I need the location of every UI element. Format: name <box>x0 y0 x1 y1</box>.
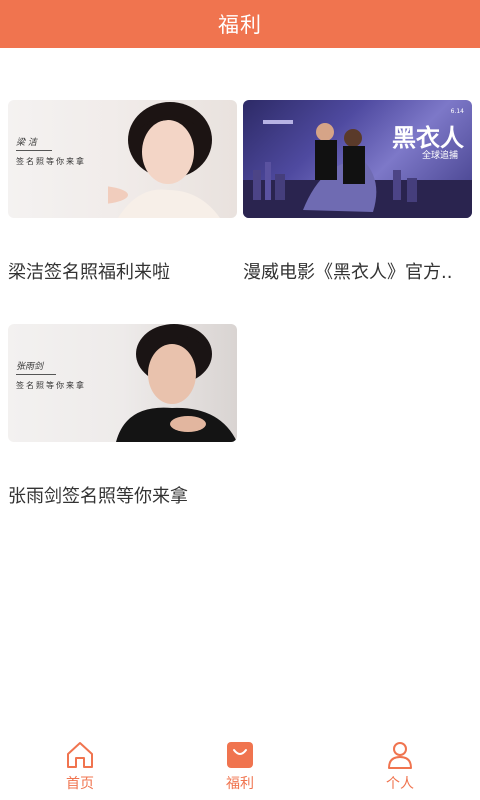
card-thumbnail[interactable]: 梁 洁 签名照等你来拿 <box>8 100 237 218</box>
tab-home-label: 首页 <box>66 776 94 792</box>
poster-small-text: 6.14 <box>450 108 464 115</box>
thumbnail-name: 张雨剑 <box>16 362 44 372</box>
poster-subtitle: 全球追捕 <box>421 151 458 161</box>
tab-home[interactable]: 首页 <box>20 739 140 793</box>
thumbnail-divider <box>16 150 52 151</box>
thumbnail-caption: 签名照等你来拿 <box>16 157 86 166</box>
card-thumbnail[interactable]: 张雨剑 签名照等你来拿 <box>8 324 237 442</box>
page-title: 福利 <box>218 13 262 37</box>
thumbnail-divider <box>16 374 56 375</box>
app-header: 福利 <box>0 0 480 48</box>
card-thumbnail[interactable]: 6.14 黑衣人 全球追捕 <box>243 100 472 218</box>
tab-welfare-label: 福利 <box>226 776 254 792</box>
portrait-image <box>116 324 237 442</box>
welfare-card-mib[interactable]: 6.14 黑衣人 全球追捕 漫威电影《黑衣人》官方.. <box>243 100 472 284</box>
tab-welfare[interactable]: 福利 <box>180 739 300 793</box>
card-title[interactable]: 梁洁签名照福利来啦 <box>8 258 237 284</box>
tab-profile[interactable]: 个人 <box>340 739 460 793</box>
welfare-card-zhangyujian[interactable]: 张雨剑 签名照等你来拿 张雨剑签名照等你来拿 <box>8 324 237 508</box>
card-title[interactable]: 张雨剑签名照等你来拿 <box>8 482 237 508</box>
bottom-tab-bar: 首页 福利 个人 <box>0 732 480 800</box>
person-icon <box>388 742 412 769</box>
portrait-image <box>108 102 220 218</box>
thumbnail-name: 梁 洁 <box>16 138 37 148</box>
home-icon <box>67 742 93 768</box>
thumbnail-caption: 签名照等你来拿 <box>16 381 86 390</box>
card-title[interactable]: 漫威电影《黑衣人》官方.. <box>243 258 472 284</box>
gift-bag-icon <box>227 742 253 768</box>
tab-profile-label: 个人 <box>386 776 414 792</box>
welfare-card-liangjie[interactable]: 梁 洁 签名照等你来拿 梁洁签名照福利来啦 <box>8 100 237 284</box>
